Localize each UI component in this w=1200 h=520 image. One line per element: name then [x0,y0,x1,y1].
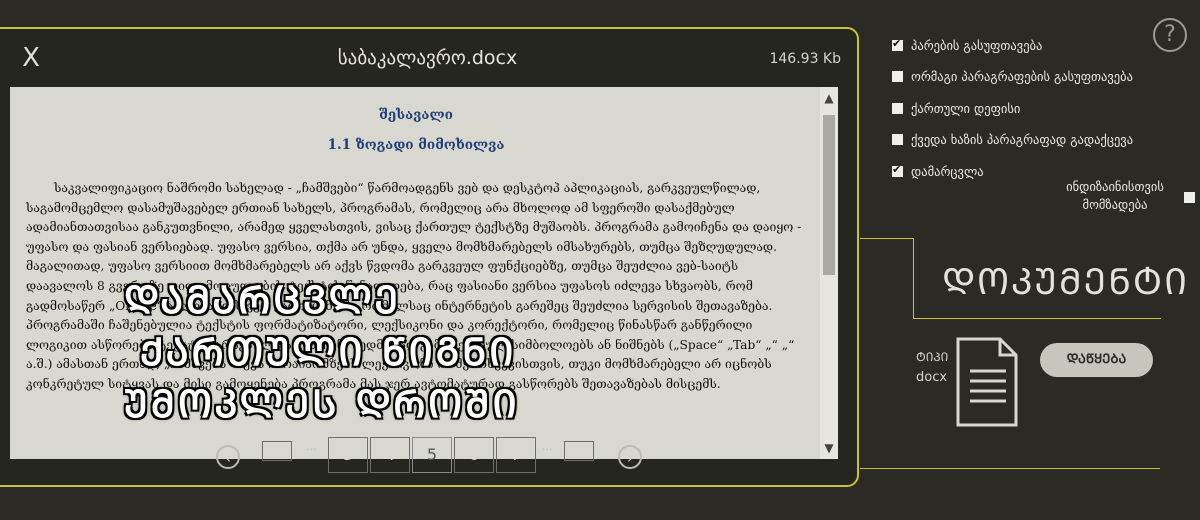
start-button[interactable]: ᲓᲐᲬᲧᲔᲑᲐ [1040,343,1153,377]
checkbox-indesign[interactable] [1184,192,1195,203]
option-label: პარების გასუფთავება [911,38,1043,53]
pagination: ‹ 1 ... 3 4 5 6 7 ... 9 › [0,434,857,484]
document-type-label: ᲢᲘᲞᲘ [916,350,949,364]
file-size: 146.93 Kb [769,51,841,67]
overlay-line-3: ᲣᲛᲝᲙᲚᲔᲡ ᲓᲠᲝᲨᲘ [124,382,520,426]
document-title: საბაკალავრო.docx [337,47,518,69]
pagination-ellipsis: ... [542,440,553,453]
page-button[interactable]: 7 [496,437,536,473]
guide-line-vertical [913,238,914,318]
document-type-value: docx [916,370,948,385]
overlay-line-1: ᲓᲐᲛᲐᲠᲪᲕᲚᲔ [124,278,402,322]
chevron-up-icon[interactable]: ▲ [820,87,838,109]
option-clear-double-paragraphs[interactable]: ორმაგი პარაგრაფების გასუფთავება [892,69,1133,84]
option-label: ქვედა ხაზის პარაგრაფად გადაქცევა [911,132,1134,147]
chevron-right-icon[interactable]: › [618,445,642,469]
option-indesign-label: ინდიზაინისთვის მომზადება [1066,179,1164,212]
document-heading: შესავალი [379,107,453,123]
checkbox[interactable] [892,71,903,82]
scrollbar[interactable]: ▲ ▼ [820,87,838,459]
page-button-current[interactable]: 5 [412,437,452,473]
chevron-left-icon[interactable]: ‹ [216,445,240,469]
checkbox-checked[interactable] [892,163,903,177]
option-label: დამარცვლა [911,164,984,179]
option-clear-spaces[interactable]: პარების გასუფთავება [892,37,1043,53]
help-icon[interactable]: ? [1153,18,1187,52]
guide-line-bottom [860,468,1160,469]
option-label: ქართული დეფისი [911,101,1021,116]
option-underscore-to-paragraph[interactable]: ქვედა ხაზის პარაგრაფად გადაქცევა [892,132,1133,147]
page-button[interactable]: 4 [370,437,410,473]
document-subheading: 1.1 ზოგადი მიმოხილვა [327,137,505,153]
scroll-thumb[interactable] [823,115,835,275]
option-georgian-hyphen[interactable]: ქართული დეფისი [892,101,1020,116]
checkbox[interactable] [892,103,903,114]
viewer-header: X საბაკალავრო.docx 146.93 Kb [0,29,857,89]
page-last[interactable]: 9 [564,441,594,461]
checkbox[interactable] [892,134,903,145]
page-first[interactable]: 1 [262,441,292,461]
overlay-line-2: ᲥᲐᲠᲗᲣᲚᲘ ᲬᲘᲒᲜᲘ [140,330,517,374]
option-hyphenation[interactable]: დამარცვლა [892,163,984,179]
guide-line-top [860,238,914,239]
option-label: ორმაგი პარაგრაფების გასუფთავება [911,69,1133,84]
checkbox-checked[interactable] [892,37,903,51]
file-icon [956,337,1018,431]
pagination-ellipsis: ... [306,440,317,453]
page-button[interactable]: 3 [328,437,368,473]
document-section-title: ᲓᲝᲙᲣᲛᲔᲜᲢᲘ [942,262,1189,303]
page-button[interactable]: 6 [454,437,494,473]
guide-line-under-title [913,318,1161,319]
